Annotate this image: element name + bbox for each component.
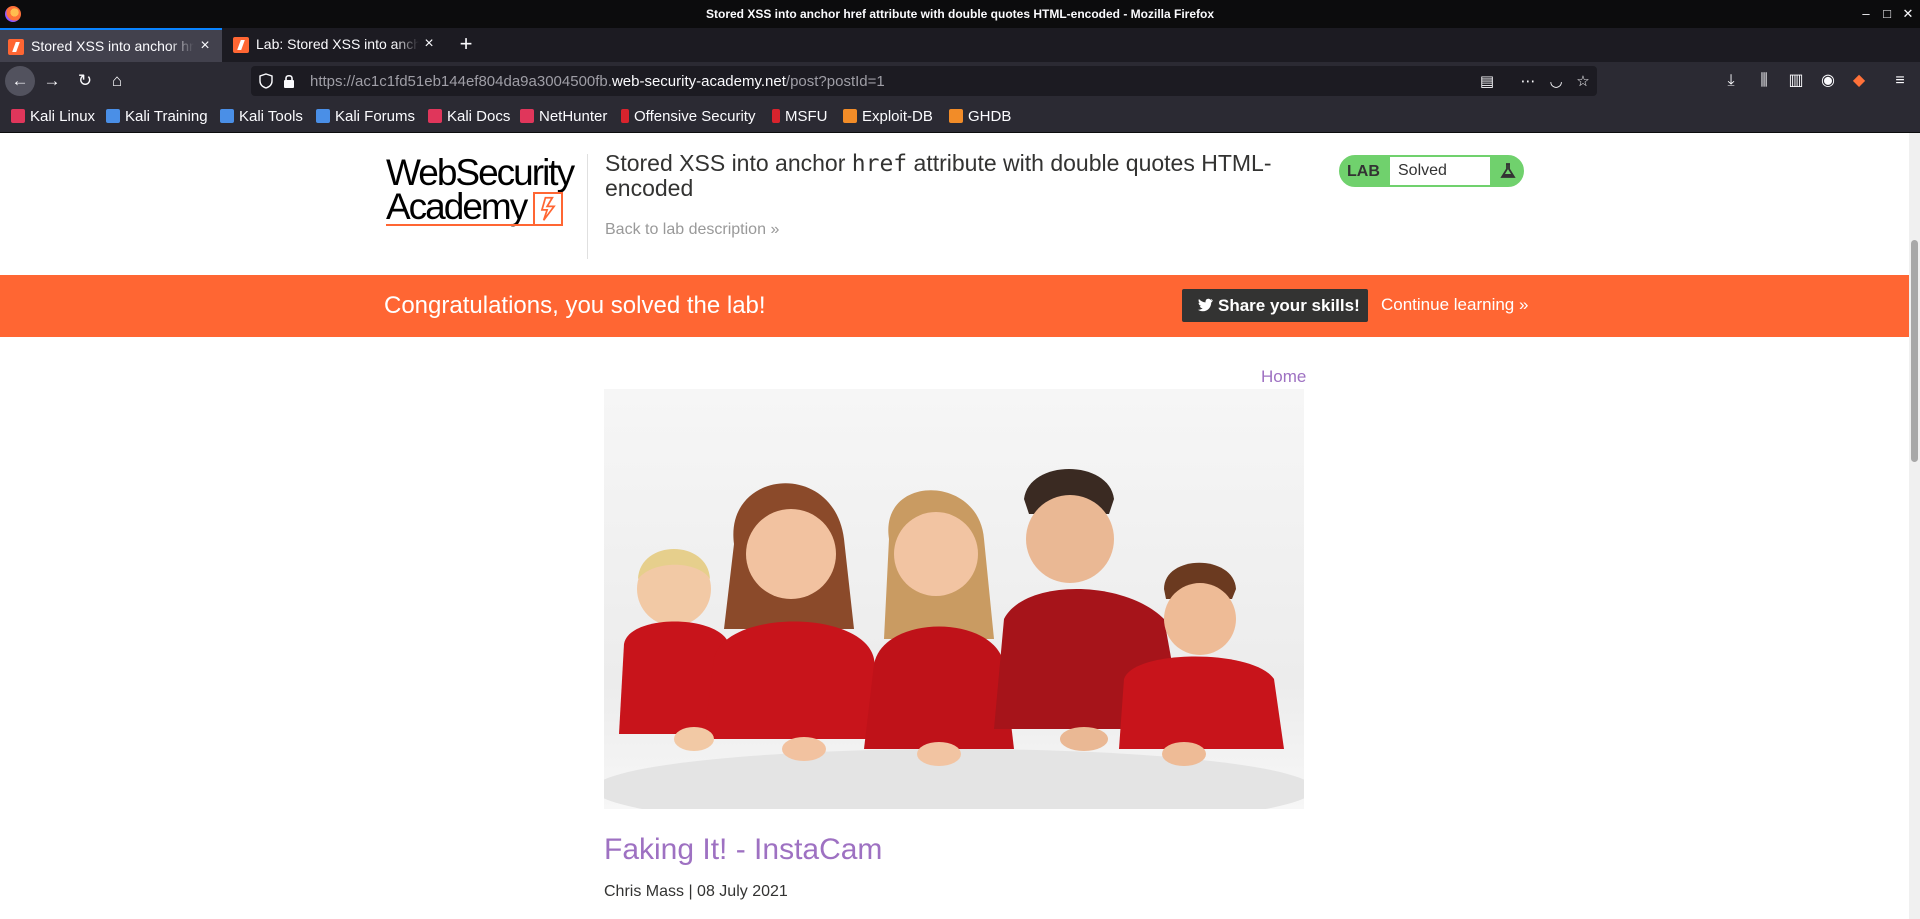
- tab-lab-stored-xss[interactable]: Lab: Stored XSS into anchor href attribu…: [225, 28, 446, 62]
- window-titlebar: Stored XSS into anchor href attribute wi…: [0, 0, 1920, 28]
- bookmark-offensive-security[interactable]: Offensive Security: [621, 108, 755, 126]
- bookmark-nethunter[interactable]: NetHunter: [520, 108, 607, 126]
- post-author-date: Chris Mass | 08 July 2021: [604, 883, 788, 900]
- bookmark-label: GHDB: [968, 108, 1012, 125]
- twitter-icon: [1197, 298, 1213, 312]
- url-host: web-security-academy.net: [611, 73, 786, 90]
- page-viewport: WebSecurity Academy Stored XSS into anch…: [0, 133, 1920, 919]
- bookmark-msfu[interactable]: MSFU: [772, 108, 828, 126]
- lab-status-text: Solved: [1390, 157, 1490, 185]
- tab-label: Lab: Stored XSS into anchor href attribu…: [256, 36, 419, 52]
- bookmark-kali-tools[interactable]: Kali Tools: [220, 108, 303, 126]
- portswigger-favicon-icon: [233, 37, 249, 53]
- tab-stored-xss[interactable]: Stored XSS into anchor href attribute wi…: [0, 28, 222, 62]
- double-chevron-right-icon: »: [1519, 295, 1529, 314]
- flask-icon: [1500, 163, 1516, 178]
- lab-badge: LAB: [1347, 163, 1380, 180]
- reload-button[interactable]: ↻: [70, 66, 100, 96]
- page-scrollbar[interactable]: [1909, 133, 1920, 919]
- portswigger-favicon-icon: [8, 39, 24, 55]
- congratulations-message: Congratulations, you solved the lab!: [384, 292, 766, 319]
- blog-post-image: [604, 389, 1304, 809]
- new-tab-button[interactable]: +: [452, 30, 480, 58]
- bookmark-label: NetHunter: [539, 108, 608, 125]
- bookmark-label: Kali Forums: [335, 108, 416, 125]
- msfu-icon: [772, 109, 780, 123]
- close-window-icon[interactable]: ✕: [1898, 4, 1918, 24]
- solved-banner: Congratulations, you solved the lab! Sha…: [0, 275, 1909, 337]
- bookmark-label: Kali Docs: [447, 108, 511, 125]
- bookmark-exploit-db[interactable]: Exploit-DB: [843, 108, 933, 126]
- double-chevron-right-icon: »: [770, 221, 780, 238]
- tracking-shield-icon[interactable]: [259, 73, 273, 89]
- account-icon[interactable]: ◉: [1817, 70, 1839, 92]
- continue-label: Continue learning: [1381, 295, 1515, 314]
- share-button-label: Share your skills!: [1218, 296, 1360, 315]
- url-path: /post?postId=1: [785, 73, 885, 90]
- bookmark-label: MSFU: [785, 108, 828, 125]
- reader-view-icon[interactable]: ▤: [1477, 72, 1497, 92]
- bookmark-kali-linux[interactable]: Kali Linux: [11, 108, 95, 126]
- downloads-icon[interactable]: ⤓: [1720, 70, 1742, 92]
- logo-line-2: Academy: [386, 186, 528, 227]
- back-button[interactable]: ←: [5, 66, 35, 96]
- share-skills-button[interactable]: Share your skills!: [1182, 289, 1368, 322]
- back-link-label: Back to lab description: [605, 221, 766, 238]
- pocket-icon[interactable]: ◡: [1546, 72, 1566, 92]
- logo-bolt-icon: [533, 192, 563, 226]
- home-button[interactable]: ⌂: [102, 66, 132, 96]
- close-tab-icon[interactable]: ×: [420, 35, 438, 53]
- logo-underline: [386, 224, 546, 226]
- kali-dragon-icon: [11, 109, 25, 123]
- minimize-icon[interactable]: –: [1856, 4, 1876, 24]
- back-to-lab-description-link[interactable]: Back to lab description »: [605, 221, 779, 239]
- nethunter-icon: [520, 109, 534, 123]
- sidebar-icon[interactable]: ▥: [1785, 70, 1807, 92]
- bookmark-label: Exploit-DB: [862, 108, 933, 125]
- home-link[interactable]: Home: [1261, 367, 1306, 387]
- bookmark-label: Kali Tools: [239, 108, 303, 125]
- bookmark-label: Kali Linux: [30, 108, 96, 125]
- kali-docs-icon: [428, 109, 442, 123]
- continue-learning-link[interactable]: Continue learning »: [1381, 295, 1528, 315]
- lab-title-text: Stored XSS into anchor: [605, 150, 852, 176]
- bookmark-star-icon[interactable]: ☆: [1573, 72, 1593, 92]
- exploit-db-icon: [843, 109, 857, 123]
- header-divider: [587, 154, 588, 259]
- kali-training-icon: [106, 109, 120, 123]
- navigation-toolbar: ← → ↻ ⌂ https://ac1c1fd51eb144ef804da9a3…: [0, 62, 1920, 100]
- window-title: Stored XSS into anchor href attribute wi…: [705, 7, 1214, 21]
- post-title: Faking It! - InstaCam: [604, 833, 883, 866]
- offsec-icon: [621, 109, 629, 123]
- scrollbar-thumb[interactable]: [1911, 240, 1918, 462]
- web-security-academy-logo[interactable]: WebSecurity Academy: [386, 154, 586, 226]
- url-prefix: https://ac1c1fd51eb144ef804da9a3004500fb…: [310, 73, 612, 90]
- library-icon[interactable]: ⫼: [1753, 70, 1775, 92]
- url-bar[interactable]: https://ac1c1fd51eb144ef804da9a3004500fb…: [251, 66, 1597, 96]
- bookmark-kali-forums[interactable]: Kali Forums: [316, 108, 415, 126]
- kali-forums-icon: [316, 109, 330, 123]
- url-text[interactable]: https://ac1c1fd51eb144ef804da9a3004500fb…: [310, 73, 885, 90]
- tab-strip: Stored XSS into anchor href attribute wi…: [0, 28, 1920, 62]
- bookmark-label: Kali Training: [125, 108, 208, 125]
- forward-button[interactable]: →: [37, 66, 67, 96]
- bookmark-kali-training[interactable]: Kali Training: [106, 108, 208, 126]
- lock-icon[interactable]: [283, 74, 295, 88]
- maximize-icon[interactable]: □: [1877, 4, 1897, 24]
- page-actions-icon[interactable]: ⋯: [1518, 72, 1538, 92]
- lab-status-widget: LAB Solved: [1339, 155, 1524, 187]
- kali-tools-icon: [220, 109, 234, 123]
- bookmark-kali-docs[interactable]: Kali Docs: [428, 108, 510, 126]
- bookmarks-toolbar: Kali Linux Kali Training Kali Tools Kali…: [0, 100, 1920, 133]
- bookmark-label: Offensive Security: [634, 108, 756, 125]
- tab-label: Stored XSS into anchor href attribute wi…: [31, 38, 194, 54]
- lab-title: Stored XSS into anchor href attribute wi…: [605, 151, 1305, 200]
- extension-icon[interactable]: ◆: [1848, 70, 1870, 92]
- menu-icon[interactable]: ≡: [1889, 70, 1911, 92]
- family-photo-icon: [604, 469, 1304, 809]
- bookmark-ghdb[interactable]: GHDB: [949, 108, 1011, 126]
- close-tab-icon[interactable]: ×: [196, 37, 214, 55]
- ghdb-icon: [949, 109, 963, 123]
- lab-title-code: href: [851, 151, 908, 177]
